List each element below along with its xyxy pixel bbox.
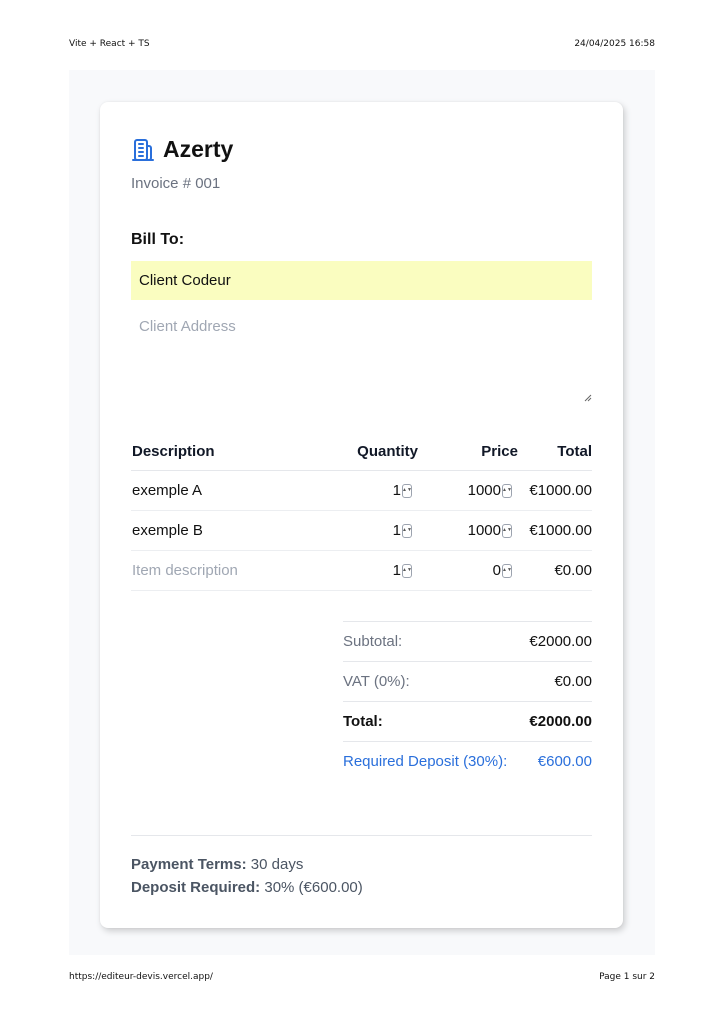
company-name[interactable]: Azerty bbox=[163, 136, 233, 163]
payment-terms: Payment Terms: 30 days Deposit Required:… bbox=[131, 853, 363, 899]
item-quantity-input[interactable]: 1 ▲▼ bbox=[317, 482, 418, 499]
item-quantity-value: 1 bbox=[392, 482, 401, 499]
page-background: Azerty Invoice # 001 Bill To: Client Cod… bbox=[69, 70, 655, 955]
client-name-input[interactable]: Client Codeur bbox=[131, 261, 592, 300]
total-value: €2000.00 bbox=[529, 713, 592, 730]
item-price-value: 1000 bbox=[467, 482, 501, 499]
print-footer: https://editeur-devis.vercel.app/ Page 1… bbox=[69, 972, 655, 982]
item-price-input[interactable]: 1000 ▲▼ bbox=[418, 482, 518, 499]
subtotal-label: Subtotal: bbox=[343, 633, 403, 650]
item-total: €1000.00 bbox=[529, 522, 592, 539]
items-header-row: Description Quantity Price Total bbox=[131, 432, 592, 471]
bill-to-heading: Bill To: bbox=[131, 231, 185, 248]
item-total: €1000.00 bbox=[529, 482, 592, 499]
header-total: Total bbox=[557, 442, 592, 460]
client-address-placeholder: Client Address bbox=[139, 318, 236, 335]
company-header: Azerty bbox=[131, 136, 233, 163]
header-price: Price bbox=[481, 442, 518, 460]
item-quantity-value: 1 bbox=[392, 522, 401, 539]
table-row: Item description 1 ▲▼ 0 ▲▼ €0.00 bbox=[131, 551, 592, 591]
price-stepper[interactable]: ▲▼ bbox=[502, 523, 512, 538]
item-description-input[interactable]: Item description bbox=[131, 562, 317, 579]
print-header: Vite + React + TS 24/04/2025 16:58 bbox=[69, 39, 655, 49]
items-table: Description Quantity Price Total exemple… bbox=[131, 432, 592, 591]
quantity-stepper[interactable]: ▲▼ bbox=[402, 523, 412, 538]
payment-terms-value: 30 days bbox=[246, 856, 304, 873]
table-row: exemple B 1 ▲▼ 1000 ▲▼ €1000.00 bbox=[131, 511, 592, 551]
subtotal-value: €2000.00 bbox=[529, 633, 592, 650]
item-quantity-input[interactable]: 1 ▲▼ bbox=[317, 522, 418, 539]
deposit-required-line: Deposit Required: 30% (€600.00) bbox=[131, 876, 363, 899]
item-price-value: 1000 bbox=[467, 522, 501, 539]
subtotal-row: Subtotal: €2000.00 bbox=[343, 621, 592, 661]
item-quantity-value: 1 bbox=[392, 562, 401, 579]
deposit-required-value: 30% (€600.00) bbox=[260, 879, 363, 896]
invoice-number[interactable]: Invoice # 001 bbox=[131, 175, 220, 192]
print-url: https://editeur-devis.vercel.app/ bbox=[69, 972, 213, 982]
building-icon bbox=[131, 138, 155, 162]
client-address-textarea[interactable]: Client Address bbox=[131, 312, 592, 402]
item-total: €0.00 bbox=[554, 562, 592, 579]
print-page-number: Page 1 sur 2 bbox=[599, 972, 655, 982]
quantity-stepper[interactable]: ▲▼ bbox=[402, 563, 412, 578]
header-quantity: Quantity bbox=[357, 442, 418, 460]
quantity-stepper[interactable]: ▲▼ bbox=[402, 483, 412, 498]
footer-divider bbox=[131, 835, 592, 836]
item-price-input[interactable]: 0 ▲▼ bbox=[418, 562, 518, 579]
deposit-row: Required Deposit (30%): €600.00 bbox=[343, 741, 592, 781]
table-row: exemple A 1 ▲▼ 1000 ▲▼ €1000.00 bbox=[131, 471, 592, 511]
payment-terms-line: Payment Terms: 30 days bbox=[131, 853, 363, 876]
payment-terms-label: Payment Terms: bbox=[131, 856, 247, 873]
item-price-input[interactable]: 1000 ▲▼ bbox=[418, 522, 518, 539]
item-price-value: 0 bbox=[492, 562, 501, 579]
price-stepper[interactable]: ▲▼ bbox=[502, 563, 512, 578]
invoice-card: Azerty Invoice # 001 Bill To: Client Cod… bbox=[100, 102, 623, 928]
resize-handle-icon[interactable] bbox=[584, 389, 592, 402]
item-quantity-input[interactable]: 1 ▲▼ bbox=[317, 562, 418, 579]
print-datetime: 24/04/2025 16:58 bbox=[574, 39, 655, 49]
deposit-required-label: Deposit Required: bbox=[131, 879, 261, 896]
item-description-input[interactable]: exemple B bbox=[131, 522, 317, 539]
total-label: Total: bbox=[343, 713, 383, 730]
header-description: Description bbox=[132, 442, 215, 460]
vat-label: VAT (0%): bbox=[343, 673, 410, 690]
totals-summary: Subtotal: €2000.00 VAT (0%): €0.00 Total… bbox=[343, 621, 592, 781]
total-row: Total: €2000.00 bbox=[343, 701, 592, 741]
item-description-input[interactable]: exemple A bbox=[131, 482, 317, 499]
print-page-title: Vite + React + TS bbox=[69, 39, 150, 49]
price-stepper[interactable]: ▲▼ bbox=[502, 483, 512, 498]
vat-row: VAT (0%): €0.00 bbox=[343, 661, 592, 701]
vat-value: €0.00 bbox=[554, 673, 592, 690]
deposit-value: €600.00 bbox=[537, 753, 592, 770]
deposit-label: Required Deposit (30%): bbox=[343, 753, 508, 770]
